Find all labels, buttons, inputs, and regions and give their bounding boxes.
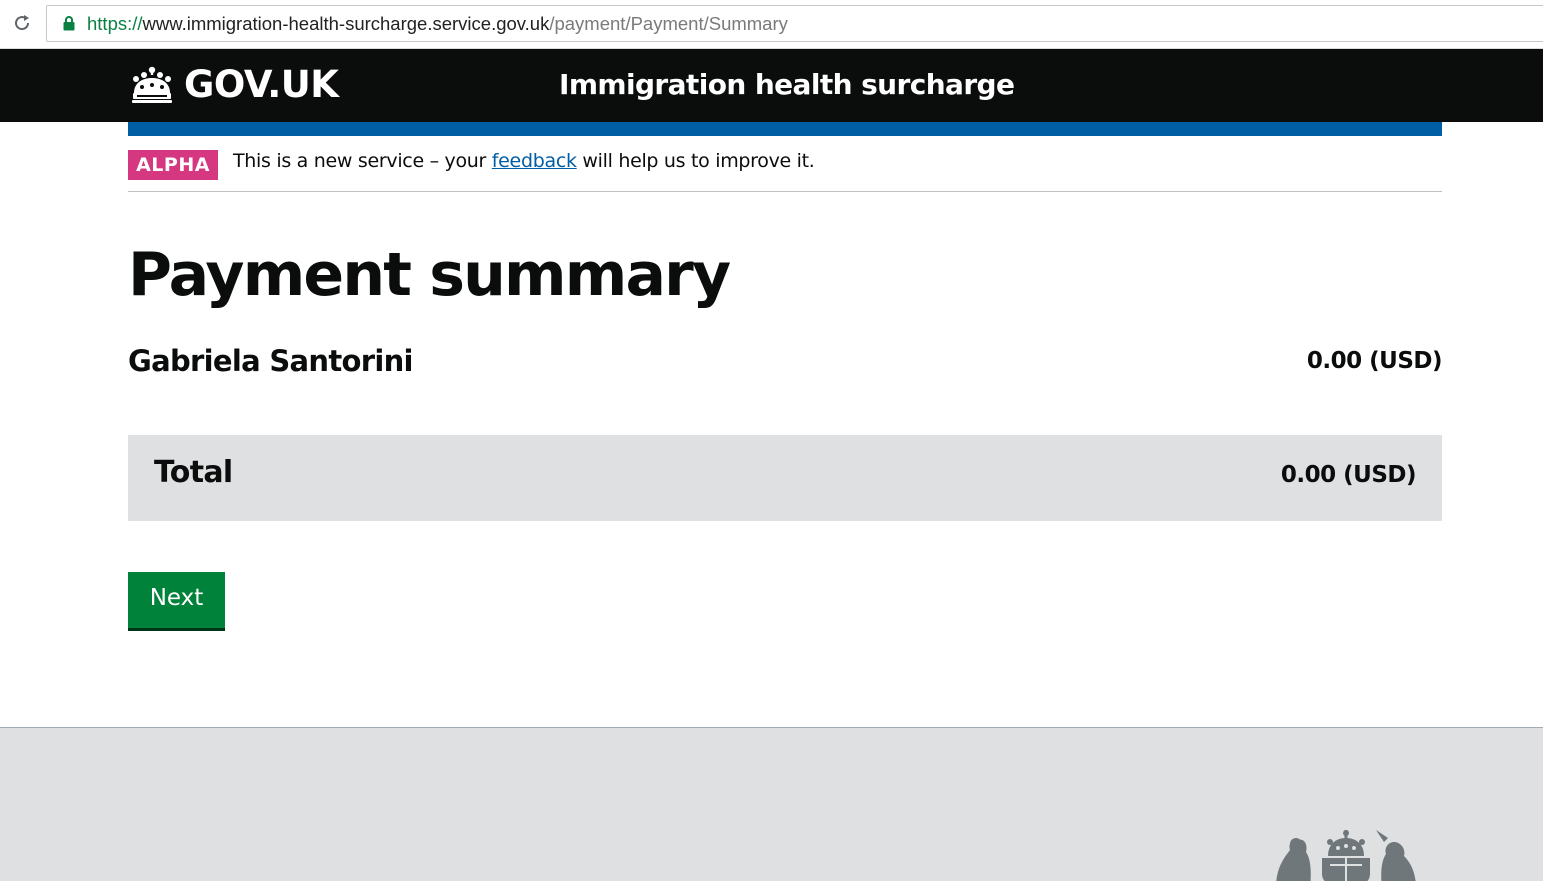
phase-text-after: will help us to improve it. bbox=[576, 150, 815, 172]
footer bbox=[0, 727, 1543, 881]
govuk-logo-link[interactable]: GOV.UK bbox=[128, 63, 339, 106]
feedback-link[interactable]: feedback bbox=[492, 150, 577, 172]
browser-toolbar: https://www.immigration-health-surcharge… bbox=[0, 0, 1543, 49]
govuk-logo-text: GOV.UK bbox=[184, 63, 339, 106]
url-text[interactable]: https://www.immigration-health-surcharge… bbox=[87, 13, 788, 35]
header-blue-bar bbox=[128, 122, 1442, 136]
alpha-tag: ALPHA bbox=[128, 150, 218, 180]
url-path: /payment/Payment/Summary bbox=[549, 12, 788, 34]
reload-icon[interactable] bbox=[10, 11, 34, 35]
service-name-link[interactable]: Immigration health surcharge bbox=[559, 68, 1015, 101]
crown-icon bbox=[132, 66, 172, 103]
govuk-header: GOV.UK Immigration health surcharge bbox=[0, 49, 1543, 122]
address-bar[interactable]: https://www.immigration-health-surcharge… bbox=[46, 5, 1543, 42]
url-host: www.immigration-health-surcharge.service… bbox=[142, 12, 550, 34]
lock-icon bbox=[61, 15, 77, 33]
page-title: Payment summary bbox=[128, 240, 731, 310]
phase-banner: ALPHA This is a new service – your feedb… bbox=[128, 143, 1442, 192]
total-amount: 0.00 (USD) bbox=[1280, 462, 1417, 488]
applicant-name: Gabriela Santorini bbox=[128, 344, 413, 378]
royal-coat-of-arms-icon bbox=[1276, 830, 1416, 881]
phase-banner-text: This is a new service – your feedback wi… bbox=[233, 150, 815, 172]
phase-text-before: This is a new service – your bbox=[233, 150, 492, 172]
url-scheme: https:// bbox=[87, 12, 143, 34]
total-label: Total bbox=[154, 455, 233, 490]
total-row: Total 0.00 (USD) bbox=[128, 435, 1442, 521]
next-button[interactable]: Next bbox=[128, 572, 225, 628]
applicant-amount: 0.00 (USD) bbox=[1306, 348, 1443, 374]
